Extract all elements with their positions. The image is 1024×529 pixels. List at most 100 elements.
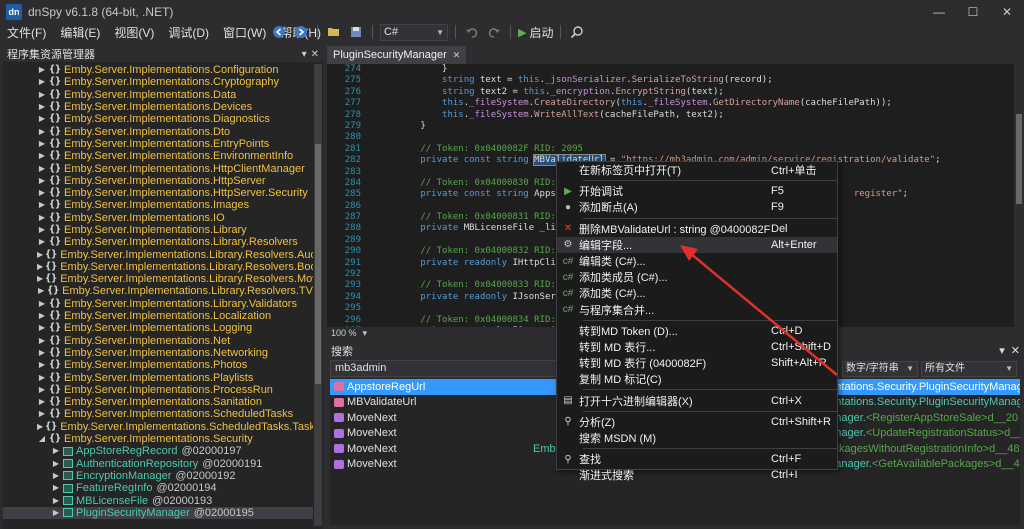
expand-arrow-icon[interactable]: ▶: [37, 285, 45, 297]
undo-icon[interactable]: [463, 23, 481, 41]
search-icon[interactable]: [568, 23, 586, 41]
expand-arrow-icon[interactable]: ▶: [37, 273, 43, 285]
close-button[interactable]: ✕: [990, 0, 1024, 24]
scrollbar-thumb[interactable]: [1016, 114, 1022, 204]
expand-arrow-icon[interactable]: ▶: [37, 310, 47, 322]
tree-item-class[interactable]: ▶ FeatureRegInfo @02000194: [3, 482, 313, 494]
context-menu-add-class-member[interactable]: c# 添加类成员 (C#)...: [557, 269, 837, 285]
scrollbar-thumb[interactable]: [315, 144, 321, 384]
tree-item-namespace[interactable]: ▶{} Emby.Server.Implementations.ProcessRu…: [3, 384, 313, 396]
context-menu-add-breakpoint[interactable]: ● 添加断点(A) F9: [557, 199, 837, 215]
expand-arrow-icon[interactable]: ▶: [37, 347, 47, 359]
context-menu-find[interactable]: ⚲ 查找 Ctrl+F: [557, 451, 837, 467]
context-menu-open-new-tab[interactable]: 在新标签页中打开(T) Ctrl+单击: [557, 162, 837, 178]
context-menu-search-msdn[interactable]: 搜索 MSDN (M): [557, 430, 837, 446]
expand-arrow-icon[interactable]: ▶: [37, 89, 47, 101]
tree-item-namespace[interactable]: ▶{} Emby.Server.Implementations.Library.R…: [3, 248, 313, 261]
menu-item-1[interactable]: 编辑(E): [53, 24, 107, 42]
expand-arrow-icon[interactable]: ▶: [37, 335, 47, 347]
expand-arrow-icon[interactable]: ▶: [37, 322, 47, 334]
tree-item-namespace[interactable]: ▶{} Emby.Server.Implementations.Library.R…: [3, 236, 313, 248]
expand-arrow-icon[interactable]: ▶: [37, 261, 43, 273]
tree-item-namespace[interactable]: ▶{} Emby.Server.Implementations.Library: [3, 224, 313, 236]
zoom-level[interactable]: 100 %: [331, 328, 357, 338]
context-menu-start-debugging[interactable]: ▶ 开始调试 F5: [557, 183, 837, 199]
tab-plugin-security-manager[interactable]: PluginSecurityManager ✕: [327, 46, 467, 64]
context-menu-edit-class[interactable]: c# 编辑类 (C#)...: [557, 253, 837, 269]
tree-item-namespace[interactable]: ◢{} Emby.Server.Implementations.Security: [3, 433, 313, 445]
expand-arrow-icon[interactable]: ▶: [37, 138, 47, 150]
back-icon[interactable]: [270, 23, 288, 41]
tree-item-namespace[interactable]: ▶{} Emby.Server.Implementations.Devices: [3, 101, 313, 113]
context-menu-copy-md-token[interactable]: 复制 MD 标记(C): [557, 371, 837, 387]
close-panel-icon[interactable]: ✕: [311, 49, 319, 60]
search-scope-select[interactable]: 所有文件 ▼: [921, 361, 1017, 377]
expand-arrow-icon[interactable]: ▶: [37, 384, 47, 396]
context-menu-goto-md-table-row[interactable]: 转到 MD 表行... Ctrl+Shift+D: [557, 339, 837, 355]
menu-item-2[interactable]: 视图(V): [107, 24, 161, 42]
expand-arrow-icon[interactable]: ▶: [37, 175, 47, 187]
expand-arrow-icon[interactable]: ▶: [51, 470, 61, 482]
tree-item-namespace[interactable]: ▶{} Emby.Server.Implementations.Data: [3, 89, 313, 101]
context-menu-incremental-search[interactable]: 渐进式搜索 Ctrl+I: [557, 467, 837, 483]
tree-item-namespace[interactable]: ▶{} Emby.Server.Implementations.Localizat…: [3, 310, 313, 322]
close-panel-icon[interactable]: ✕: [1011, 344, 1020, 357]
expand-arrow-icon[interactable]: ▶: [51, 445, 61, 457]
expand-arrow-icon[interactable]: ▶: [37, 359, 47, 371]
tree-item-class[interactable]: ▶ AppStoreRegRecord @02000197: [3, 445, 313, 457]
tree-item-namespace[interactable]: ▶{} Emby.Server.Implementations.HttpServe…: [3, 175, 313, 187]
tree-item-namespace[interactable]: ▶{} Emby.Server.Implementations.Scheduled…: [3, 408, 313, 420]
start-debug-button[interactable]: ▶ 启动: [518, 24, 553, 41]
tree-item-namespace[interactable]: ▶{} Emby.Server.Implementations.Networkin…: [3, 347, 313, 359]
tree-item-namespace[interactable]: ▶{} Emby.Server.Implementations.Scheduled…: [3, 421, 313, 433]
tree-scrollbar[interactable]: [314, 64, 322, 526]
expand-arrow-icon[interactable]: ▶: [37, 101, 47, 113]
close-tab-icon[interactable]: ✕: [453, 50, 461, 61]
tree-item-namespace[interactable]: ▶{} Emby.Server.Implementations.Diagnosti…: [3, 113, 313, 125]
expand-arrow-icon[interactable]: ▶: [37, 150, 47, 162]
tree-item-namespace[interactable]: ▶{} Emby.Server.Implementations.Images: [3, 199, 313, 211]
expand-arrow-icon[interactable]: ▶: [37, 421, 43, 433]
tree-item-namespace[interactable]: ▶{} Emby.Server.Implementations.Photos: [3, 359, 313, 371]
tree-item-namespace[interactable]: ▶{} Emby.Server.Implementations.IO: [3, 212, 313, 224]
expand-arrow-icon[interactable]: ▶: [37, 64, 47, 76]
chevron-down-icon[interactable]: ▾: [363, 328, 368, 339]
expand-arrow-icon[interactable]: ▶: [37, 224, 47, 236]
tree-item-namespace[interactable]: ▶{} Emby.Server.Implementations.Library.R…: [3, 261, 313, 273]
expand-arrow-icon[interactable]: ▶: [37, 187, 47, 199]
tree-item-namespace[interactable]: ▶{} Emby.Server.Implementations.HttpClien…: [3, 162, 313, 175]
tree-item-class[interactable]: ▶ AuthenticationRepository @02000191: [3, 458, 313, 470]
expand-arrow-icon[interactable]: ▶: [37, 396, 47, 408]
menu-item-0[interactable]: 文件(F): [0, 24, 53, 42]
context-menu-edit-field[interactable]: ⚙ 编辑字段... Alt+Enter: [557, 236, 837, 253]
tree-item-namespace[interactable]: ▶{} Emby.Server.Implementations.Environme…: [3, 150, 313, 162]
context-menu-delete-field[interactable]: ✕ 删除MBValidateUrl : string @0400082F Del: [557, 221, 837, 237]
menu-item-3[interactable]: 调试(D): [161, 24, 216, 42]
tree-item-namespace[interactable]: ▶{} Emby.Server.Implementations.Library.V…: [3, 298, 313, 310]
search-type-select[interactable]: 数字/字符串 ▼: [842, 361, 918, 377]
context-menu-add-class[interactable]: c# 添加类 (C#)...: [557, 285, 837, 301]
tree-item-namespace[interactable]: ▶{} Emby.Server.Implementations.Logging: [3, 322, 313, 334]
expanded-arrow-icon[interactable]: ◢: [37, 433, 47, 445]
expand-arrow-icon[interactable]: ▶: [37, 76, 47, 88]
expand-arrow-icon[interactable]: ▶: [37, 113, 47, 125]
tree-item-class[interactable]: ▶ MBLicenseFile @02000193: [3, 494, 313, 507]
expand-arrow-icon[interactable]: ▶: [51, 482, 61, 494]
tree-item-namespace[interactable]: ▶{} Emby.Server.Implementations.Sanitatio…: [3, 396, 313, 408]
expand-arrow-icon[interactable]: ▶: [51, 458, 61, 470]
context-menu-goto-md-token[interactable]: 转到MD Token (D)... Ctrl+D: [557, 323, 837, 339]
assembly-tree[interactable]: ▶{} Emby.Server.Implementations.Configura…: [3, 64, 313, 529]
save-all-icon[interactable]: [347, 23, 365, 41]
expand-arrow-icon[interactable]: ▶: [37, 212, 47, 224]
expand-arrow-icon[interactable]: ▶: [37, 199, 47, 211]
expand-arrow-icon[interactable]: ▶: [51, 495, 61, 507]
language-select[interactable]: C# ▼: [380, 23, 448, 41]
tree-item-namespace[interactable]: ▶{} Emby.Server.Implementations.Cryptogra…: [3, 76, 313, 88]
tree-item-namespace[interactable]: ▶{} Emby.Server.Implementations.Dto: [3, 125, 313, 138]
tree-item-class[interactable]: ▶ PluginSecurityManager @02000195: [3, 506, 313, 519]
expand-arrow-icon[interactable]: ▶: [37, 408, 47, 420]
tree-item-class[interactable]: ▶ EncryptionManager @02000192: [3, 470, 313, 482]
expand-arrow-icon[interactable]: ▶: [37, 298, 47, 310]
expand-arrow-icon[interactable]: ▶: [37, 372, 47, 384]
editor-scrollbar[interactable]: [1014, 64, 1024, 327]
